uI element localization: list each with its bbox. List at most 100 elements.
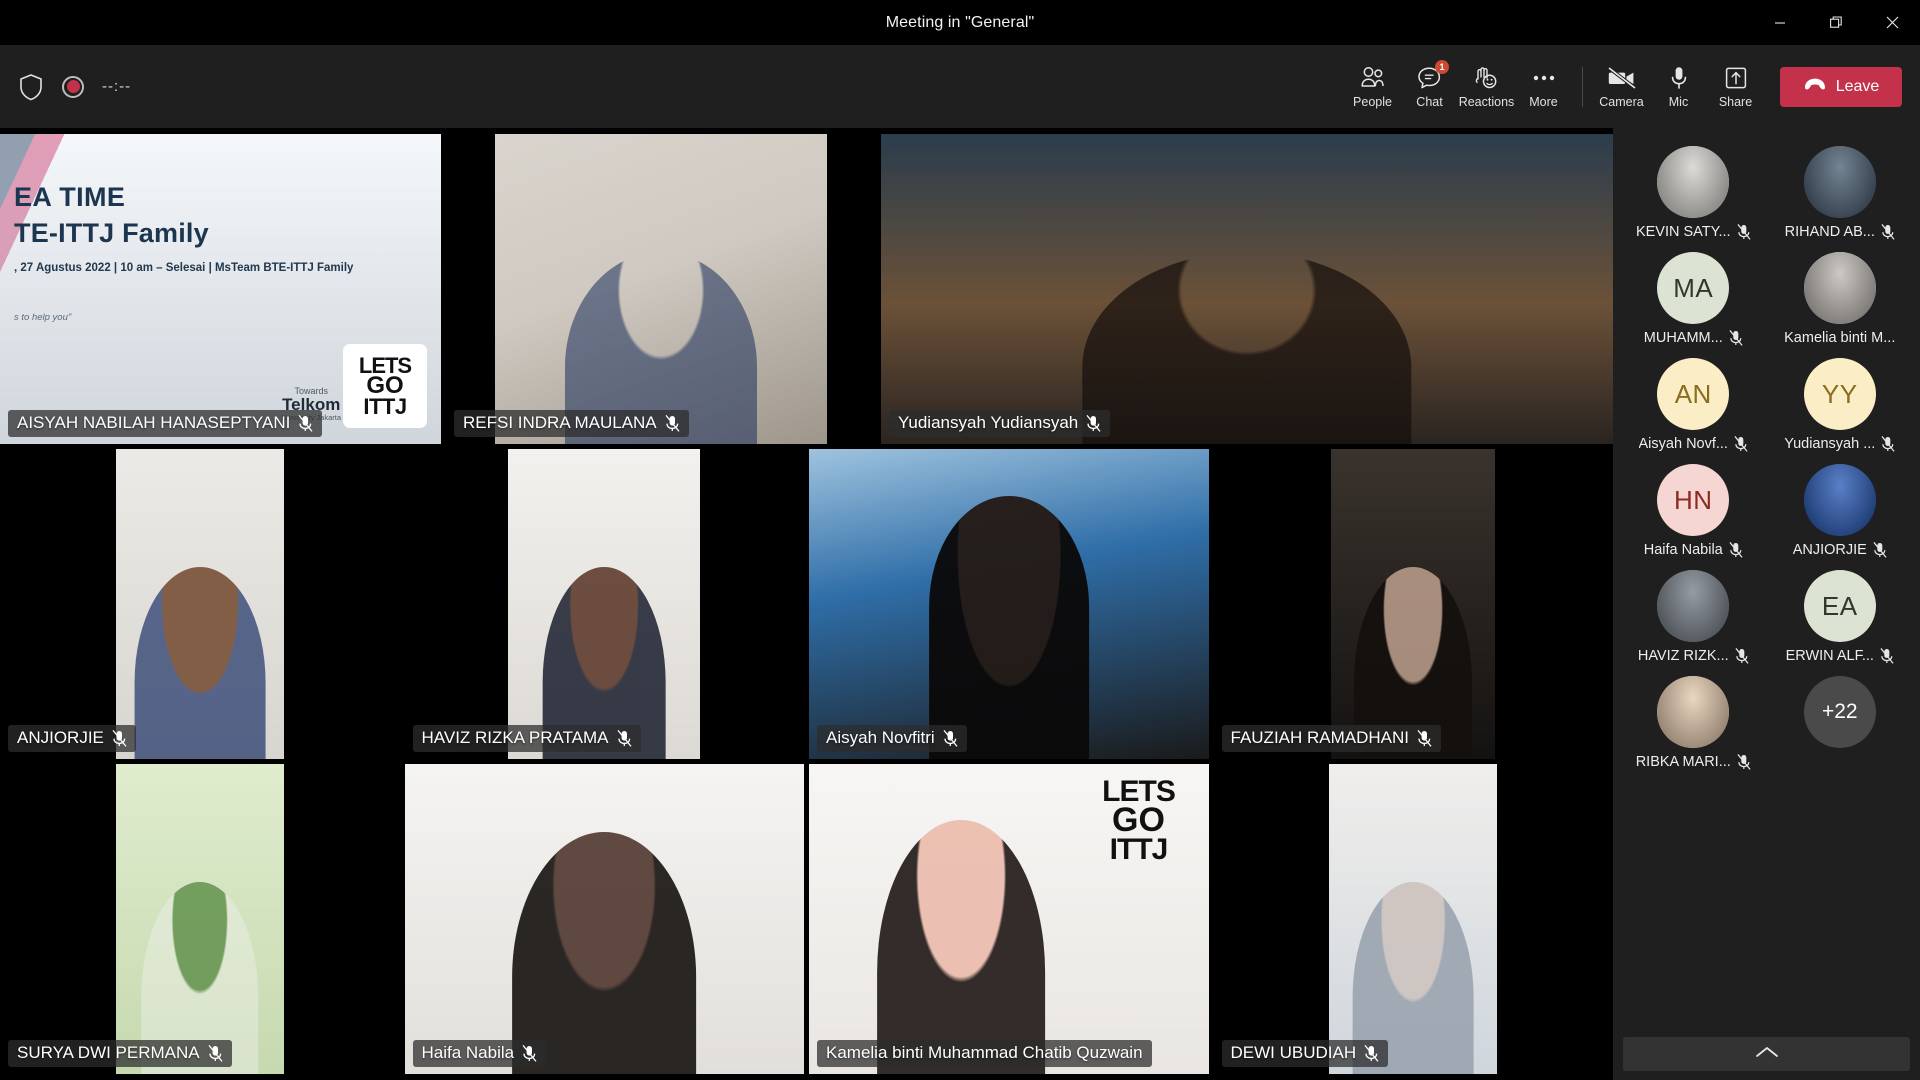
avatar-photo bbox=[1803, 252, 1876, 324]
participant-name: Yudiansyah Yudiansyah bbox=[898, 413, 1079, 432]
roster-grid: KEVIN SATY... RIHAND AB... MA MUHAMM... Kame… bbox=[1623, 142, 1910, 770]
recording-indicator-icon bbox=[62, 75, 84, 98]
avatar-image bbox=[1657, 676, 1730, 748]
roster-name-row: HAVIZ RIZK... bbox=[1638, 648, 1749, 664]
window-title: Meeting in "General" bbox=[885, 13, 1035, 31]
tile-video: LETS GO ITTJ bbox=[809, 764, 1209, 1074]
logo-line-3: ITTJ bbox=[363, 393, 407, 419]
roster-participant[interactable]: RIBKA MARI... bbox=[1623, 672, 1764, 770]
toolbar-right-group: People 1 Chat Reactions More Camera Mic … bbox=[1344, 45, 1902, 128]
roster-name-row: Haifa Nabila bbox=[1644, 542, 1743, 558]
chat-label: Chat bbox=[1416, 94, 1443, 109]
chevron-up-icon bbox=[1755, 1045, 1779, 1063]
share-button[interactable]: Share bbox=[1707, 54, 1764, 120]
participant-name-bar: REFSI INDRA MAULANA bbox=[454, 410, 689, 437]
mic-muted-icon bbox=[1736, 224, 1751, 240]
roster-participant[interactable]: YY Yudiansyah ... bbox=[1770, 354, 1911, 452]
camera-button[interactable]: Camera bbox=[1593, 54, 1650, 120]
participant-name: Kamelia binti Muhammad Chatib Quzwain bbox=[826, 1043, 1143, 1062]
avatar-initials-text: YY bbox=[1821, 378, 1858, 409]
reactions-button[interactable]: Reactions bbox=[1458, 54, 1515, 120]
avatar-image bbox=[1657, 570, 1730, 642]
tile-video bbox=[446, 134, 876, 444]
roster-participant[interactable]: MA MUHAMM... bbox=[1623, 248, 1764, 346]
participant-name-bar: SURYA DWI PERMANA bbox=[8, 1040, 232, 1067]
roster-participant[interactable]: AN Aisyah Novf... bbox=[1623, 354, 1764, 452]
mic-button[interactable]: Mic bbox=[1650, 54, 1707, 120]
roster-participant[interactable]: KEVIN SATY... bbox=[1623, 142, 1764, 240]
restore-button[interactable] bbox=[1808, 0, 1864, 45]
mic-muted-icon bbox=[1729, 542, 1743, 558]
more-icon bbox=[1532, 65, 1556, 91]
mic-muted-icon bbox=[1364, 1044, 1379, 1062]
roster-name-row: ERWIN ALF... bbox=[1786, 648, 1894, 664]
roster-participant-name: KEVIN SATY... bbox=[1635, 224, 1731, 240]
video-tile[interactable]: REFSI INDRA MAULANA bbox=[446, 134, 876, 444]
chat-unread-badge: 1 bbox=[1435, 59, 1449, 74]
people-button[interactable]: People bbox=[1344, 54, 1401, 120]
mic-muted-icon bbox=[1086, 414, 1101, 432]
roster-participant[interactable]: HAVIZ RIZK... bbox=[1623, 566, 1764, 664]
roster-participant-name: Yudiansyah ... bbox=[1784, 436, 1876, 452]
window-title-bar: Meeting in "General" bbox=[0, 0, 1920, 45]
tile-video bbox=[809, 449, 1209, 759]
people-icon bbox=[1360, 65, 1385, 91]
participant-name-bar: ANJIORJIE bbox=[8, 725, 136, 752]
roster-participant[interactable]: ANJIORJIE bbox=[1770, 460, 1911, 558]
roster-participant-name: MUHAMM... bbox=[1643, 330, 1723, 346]
video-tile[interactable]: EA TIME TE-ITTJ Family , 27 Agustus 2022… bbox=[0, 134, 441, 444]
minimize-button[interactable] bbox=[1752, 0, 1808, 45]
chat-button[interactable]: 1 Chat bbox=[1401, 54, 1458, 120]
roster-participant[interactable]: RIHAND AB... bbox=[1770, 142, 1911, 240]
video-tile[interactable]: FAUZIAH RAMADHANI bbox=[1213, 449, 1613, 759]
teams-meeting-window: Meeting in "General" --:-- People 1 Chat… bbox=[0, 0, 1920, 1080]
avatar-photo bbox=[1657, 676, 1730, 748]
more-label: More bbox=[1529, 94, 1558, 109]
roster-name-row: ANJIORJIE bbox=[1793, 542, 1887, 558]
participant-name: REFSI INDRA MAULANA bbox=[463, 413, 657, 432]
hangup-icon bbox=[1803, 77, 1827, 96]
video-row: ANJIORJIE HAVIZ RIZKA PRATAMA Aisyah Nov… bbox=[0, 449, 1613, 759]
avatar-initials-text: HN bbox=[1673, 484, 1713, 515]
video-tile[interactable]: Yudiansyah Yudiansyah bbox=[881, 134, 1613, 444]
lets-go-ittj-logo: LETS GO ITTJ bbox=[343, 344, 427, 428]
more-button[interactable]: More bbox=[1515, 54, 1572, 120]
avatar-initials: MA bbox=[1657, 252, 1730, 324]
participant-name: FAUZIAH RAMADHANI bbox=[1230, 728, 1410, 747]
roster-participant-name: HAVIZ RIZK... bbox=[1637, 648, 1729, 664]
avatar-photo bbox=[1657, 146, 1730, 218]
roster-participant[interactable]: HN Haifa Nabila bbox=[1623, 460, 1764, 558]
leave-label: Leave bbox=[1835, 77, 1880, 95]
mic-muted-icon bbox=[112, 729, 127, 747]
mic-muted-icon bbox=[1737, 754, 1751, 770]
tile-video bbox=[404, 764, 804, 1074]
meeting-toolbar: --:-- People 1 Chat Reactions More Camer… bbox=[0, 45, 1920, 128]
video-tile[interactable]: Aisyah Novfitri bbox=[809, 449, 1209, 759]
close-button[interactable] bbox=[1864, 0, 1920, 45]
leave-button[interactable]: Leave bbox=[1780, 66, 1902, 107]
mic-muted-icon bbox=[522, 1044, 537, 1062]
video-tile[interactable]: DEWI UBUDIAH bbox=[1213, 764, 1613, 1074]
avatar-photo bbox=[1803, 464, 1876, 536]
video-tile[interactable]: ANJIORJIE bbox=[0, 449, 400, 759]
mic-muted-icon bbox=[1881, 224, 1895, 240]
roster-overflow[interactable]: +22 bbox=[1770, 672, 1911, 770]
tile-video bbox=[881, 134, 1613, 444]
video-tile[interactable]: SURYA DWI PERMANA bbox=[0, 764, 400, 1074]
expand-roster-button[interactable] bbox=[1623, 1037, 1910, 1071]
video-tile[interactable]: LETS GO ITTJ Kamelia binti Muhammad Chat… bbox=[809, 764, 1209, 1074]
video-row: EA TIME TE-ITTJ Family , 27 Agustus 2022… bbox=[0, 134, 1613, 444]
participant-name-bar: Aisyah Novfitri bbox=[817, 725, 967, 752]
video-tile[interactable]: HAVIZ RIZKA PRATAMA bbox=[404, 449, 804, 759]
roster-overflow-count: +22 bbox=[1803, 676, 1876, 748]
roster-name-row: RIHAND AB... bbox=[1785, 224, 1895, 240]
video-tile[interactable]: Haifa Nabila bbox=[404, 764, 804, 1074]
participant-roster: KEVIN SATY... RIHAND AB... MA MUHAMM... Kame… bbox=[1613, 128, 1920, 1080]
avatar-photo bbox=[1657, 570, 1730, 642]
meeting-body: EA TIME TE-ITTJ Family , 27 Agustus 2022… bbox=[0, 128, 1920, 1080]
participant-name: SURYA DWI PERMANA bbox=[17, 1043, 200, 1062]
avatar-initials-text: EA bbox=[1821, 590, 1858, 621]
roster-participant[interactable]: Kamelia binti M... bbox=[1770, 248, 1911, 346]
roster-participant[interactable]: EA ERWIN ALF... bbox=[1770, 566, 1911, 664]
video-row: SURYA DWI PERMANA Haifa Nabila LETS GO I… bbox=[0, 764, 1613, 1080]
